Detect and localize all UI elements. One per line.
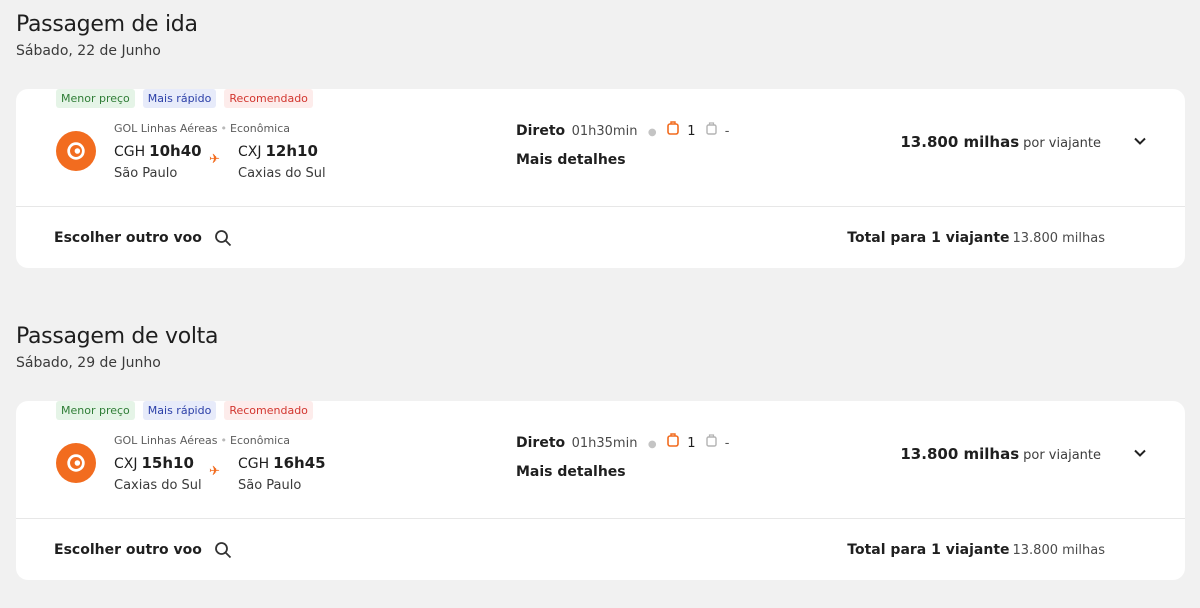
airplane-icon: ✈	[209, 152, 220, 167]
more-details-link[interactable]: Mais detalhes	[516, 152, 626, 168]
total-label: Total para 1 viajante	[847, 542, 1010, 558]
price-miles: 13.800 milhas	[900, 133, 1020, 151]
dest-city: Caxias do Sul	[238, 166, 326, 181]
choose-other-flight-button[interactable]: Escolher outro voo	[54, 541, 232, 559]
divider	[16, 518, 1185, 519]
airline-name: GOL Linhas Aéreas	[114, 434, 218, 447]
divider	[16, 206, 1185, 207]
section-title: Passagem de ida	[16, 12, 198, 37]
total-info: Total para 1 viajante 13.800 milhas	[847, 542, 1105, 558]
section-date: Sábado, 22 de Junho	[16, 43, 161, 59]
carry-on-bag-icon	[667, 433, 683, 451]
origin-time: 15h10	[141, 454, 194, 472]
flight-summary: Direto 01h35min ● 1 -	[516, 433, 730, 451]
checked-bag-icon	[706, 434, 721, 450]
outbound-section: Passagem de ida Sábado, 22 de Junho	[16, 12, 1185, 59]
carry-on-bag-icon	[667, 121, 683, 139]
price-miles: 13.800 milhas	[900, 445, 1020, 463]
dest-code: CXJ	[238, 144, 262, 160]
price-per: por viajante	[1023, 448, 1101, 463]
price-info: 13.800 milhas por viajante	[900, 133, 1101, 151]
total-value: 13.800 milhas	[1012, 543, 1106, 558]
price-info: 13.800 milhas por viajante	[900, 445, 1101, 463]
origin-city: São Paulo	[114, 166, 178, 181]
cabin-class: Econômica	[230, 434, 291, 447]
price-per: por viajante	[1023, 136, 1101, 151]
gol-logo-icon	[56, 131, 96, 171]
bag-count: 1	[687, 436, 696, 451]
destination-segment: CGH 16h45 São Paulo	[238, 454, 326, 493]
dest-time: 12h10	[265, 142, 318, 160]
flight-type: Direto	[516, 123, 566, 139]
badge-recommended: Recomendado	[224, 401, 313, 420]
flight-summary: Direto 01h30min ● 1 -	[516, 121, 730, 139]
section-title: Passagem de volta	[16, 324, 219, 349]
origin-segment: CXJ 15h10 Caxias do Sul	[114, 454, 202, 493]
checked-bag-value: -	[724, 124, 730, 139]
more-details-link[interactable]: Mais detalhes	[516, 464, 626, 480]
badge-recommended: Recomendado	[224, 89, 313, 108]
badge-lowest-price: Menor preço	[56, 401, 135, 420]
airplane-icon: ✈	[209, 464, 220, 479]
badge-fastest: Mais rápido	[142, 89, 217, 108]
checked-bag-value: -	[724, 436, 730, 451]
origin-code: CXJ	[114, 456, 138, 472]
badge-lowest-price: Menor preço	[56, 89, 135, 108]
total-info: Total para 1 viajante 13.800 milhas	[847, 230, 1105, 246]
choose-other-flight-label: Escolher outro voo	[54, 230, 202, 246]
search-icon	[214, 542, 232, 559]
dest-time: 16h45	[273, 454, 326, 472]
cabin-class: Econômica	[230, 122, 291, 135]
origin-segment: CGH 10h40 São Paulo	[114, 142, 202, 181]
total-value: 13.800 milhas	[1012, 231, 1106, 246]
flight-type: Direto	[516, 435, 566, 451]
origin-city: Caxias do Sul	[114, 478, 202, 493]
choose-other-flight-button[interactable]: Escolher outro voo	[54, 229, 232, 247]
choose-other-flight-label: Escolher outro voo	[54, 542, 202, 558]
origin-code: CGH	[114, 144, 146, 160]
dest-city: São Paulo	[238, 478, 302, 493]
badge-list: Menor preço Mais rápido Recomendado	[56, 89, 313, 108]
airline-info: GOL Linhas Aéreas • Econômica	[114, 122, 291, 135]
flight-card-outbound[interactable]: Menor preço Mais rápido Recomendado GOL …	[16, 89, 1185, 268]
airline-info: GOL Linhas Aéreas • Econômica	[114, 434, 291, 447]
gol-logo-icon	[56, 443, 96, 483]
flight-card-return[interactable]: Menor preço Mais rápido Recomendado GOL …	[16, 401, 1185, 580]
origin-time: 10h40	[149, 142, 202, 160]
checked-bag-icon	[706, 122, 721, 138]
destination-segment: CXJ 12h10 Caxias do Sul	[238, 142, 326, 181]
flight-duration: 01h30min	[571, 124, 638, 139]
return-section: Passagem de volta Sábado, 29 de Junho	[16, 324, 1185, 371]
chevron-down-icon[interactable]	[1133, 446, 1147, 460]
chevron-down-icon[interactable]	[1133, 134, 1147, 148]
total-label: Total para 1 viajante	[847, 230, 1010, 246]
badge-list: Menor preço Mais rápido Recomendado	[56, 401, 313, 420]
search-icon	[214, 230, 232, 247]
flight-duration: 01h35min	[571, 436, 638, 451]
bag-count: 1	[687, 124, 696, 139]
badge-fastest: Mais rápido	[142, 401, 217, 420]
airline-name: GOL Linhas Aéreas	[114, 122, 218, 135]
section-date: Sábado, 29 de Junho	[16, 355, 161, 371]
dest-code: CGH	[238, 456, 270, 472]
